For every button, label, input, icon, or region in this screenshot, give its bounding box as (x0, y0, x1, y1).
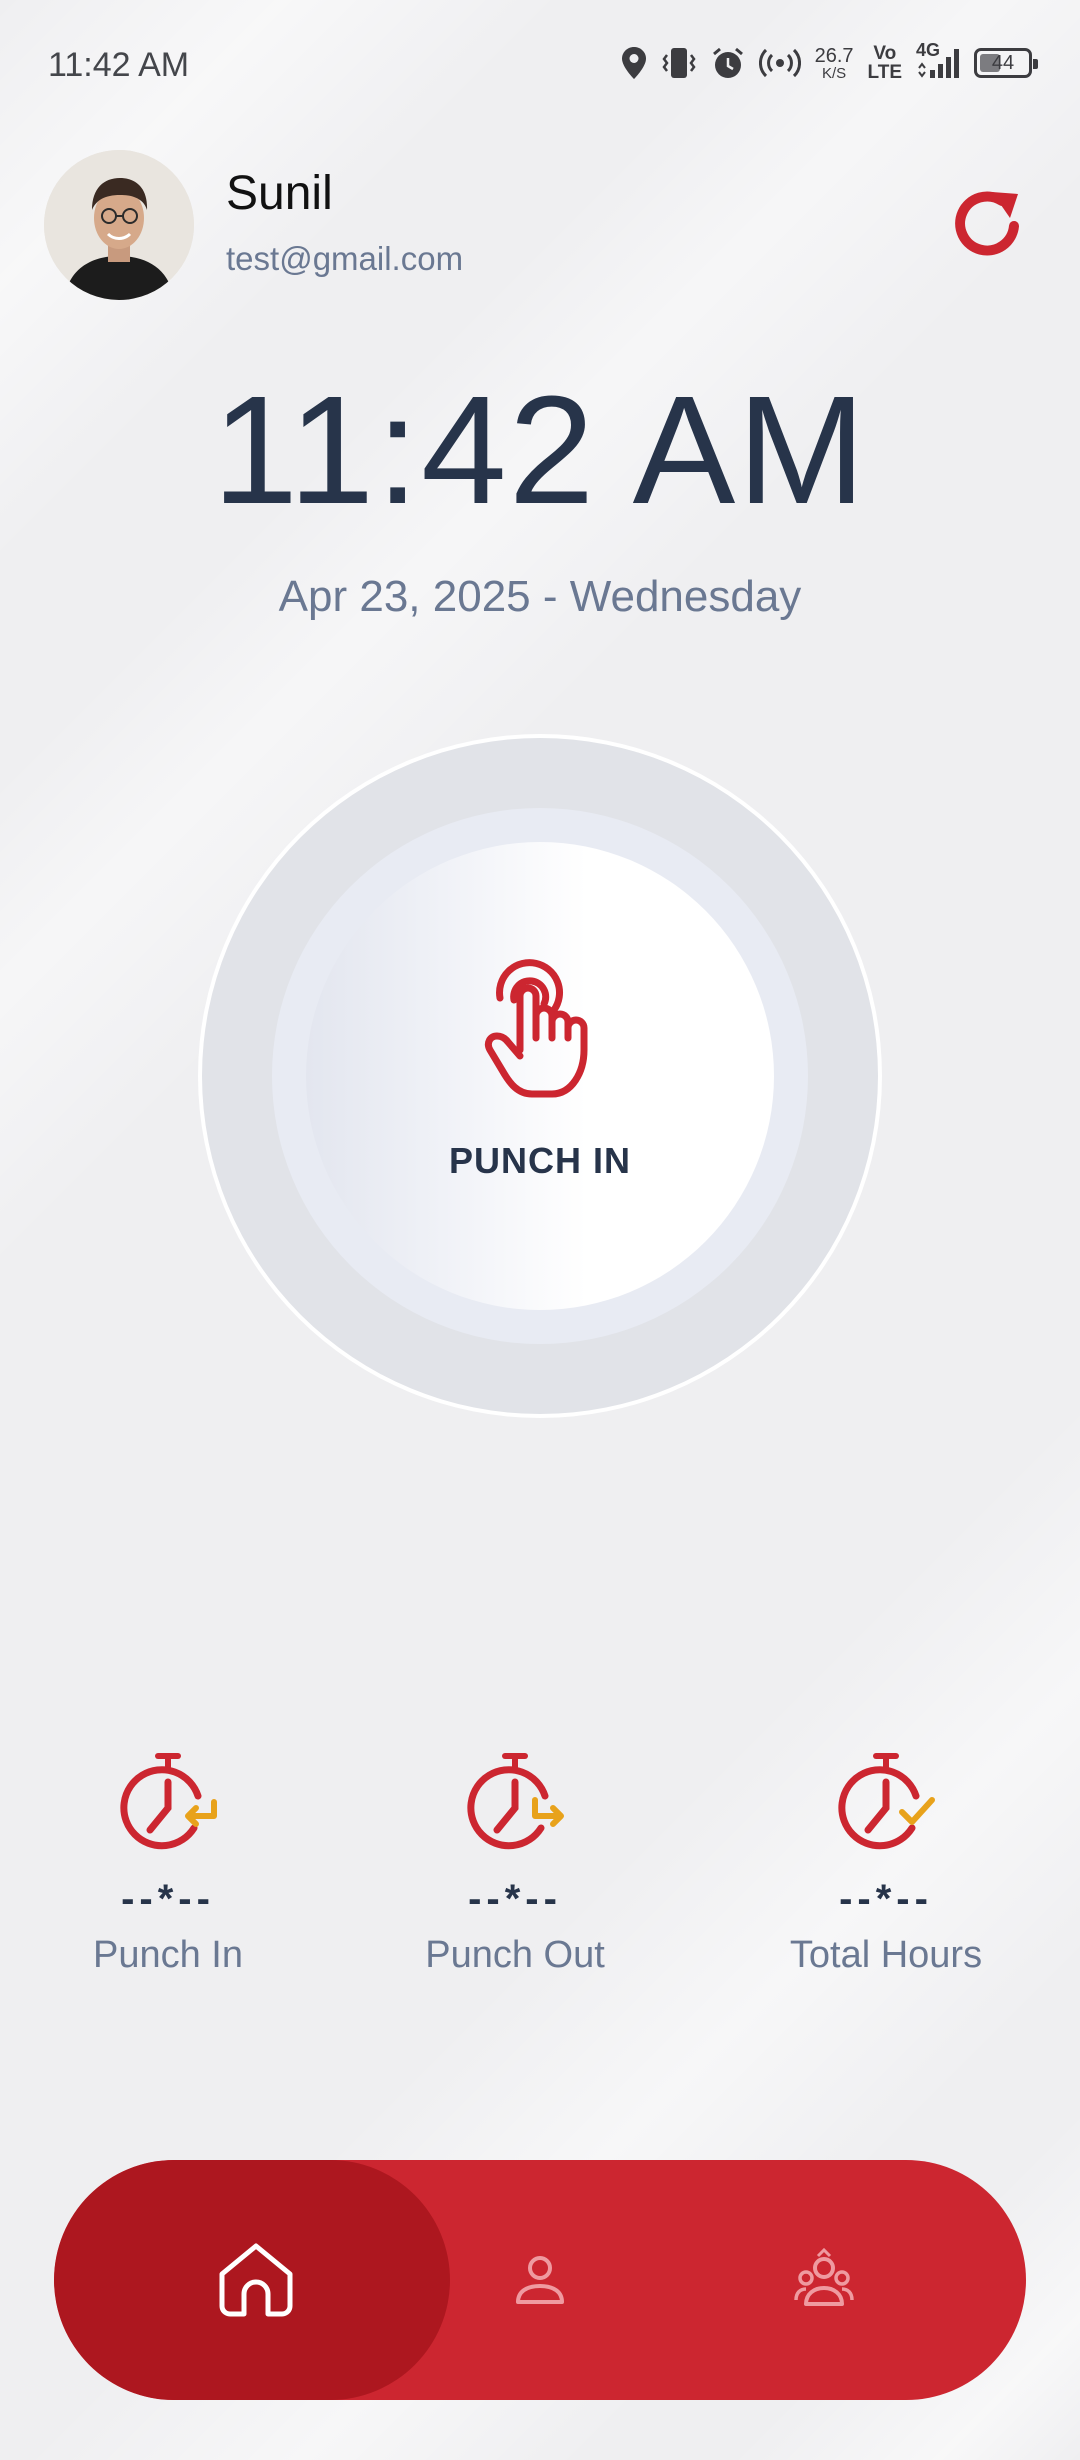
battery-percent: 44 (991, 51, 1015, 74)
total-hours-label: Total Hours (789, 1934, 983, 1976)
punch-in-button[interactable]: PUNCH IN (306, 842, 774, 1310)
stopwatch-out-icon (467, 1753, 564, 1850)
nav-home[interactable] (156, 2160, 356, 2400)
total-hours-value: --*-- (839, 1877, 933, 1921)
stopwatch-check-icon (838, 1753, 935, 1850)
avatar[interactable] (44, 150, 194, 300)
network-speed-unit: K/S (821, 64, 847, 82)
battery-icon: 44 (974, 48, 1038, 78)
status-bar: 11:42 AM 26.7 K/S Vo LTE 4G 44 (48, 40, 1038, 96)
status-time: 11:42 AM (48, 46, 190, 84)
location-icon (621, 46, 647, 80)
volte-top: Vo (873, 43, 897, 64)
stopwatch-in-icon (120, 1753, 217, 1850)
profile-icon (516, 2256, 564, 2304)
nav-profile[interactable] (440, 2160, 640, 2400)
user-email: test@gmail.com (226, 240, 464, 277)
bottom-nav (54, 2160, 1026, 2400)
punch-in-label: PUNCH IN (448, 1140, 631, 1181)
stat-punch-out: --*-- Punch Out (375, 1750, 655, 1977)
team-icon (794, 2248, 854, 2306)
punch-in-label: Punch In (93, 1934, 243, 1976)
network-type: 4G (916, 40, 941, 60)
network-speed: 26.7 K/S (815, 46, 854, 81)
punch-out-label: Punch Out (425, 1934, 605, 1976)
refresh-button[interactable] (946, 182, 1030, 266)
current-time: 11:42 AM (212, 364, 868, 536)
status-icons: 26.7 K/S Vo LTE 4G 44 (621, 40, 1038, 82)
stat-total-hours: --*-- Total Hours (746, 1750, 1026, 1977)
stat-punch-in: --*-- Punch In (28, 1750, 308, 1977)
volte-indicator: Vo LTE (868, 44, 902, 82)
home-icon (219, 2243, 293, 2317)
hand-tap-icon (484, 959, 588, 1098)
volte-bottom: LTE (867, 62, 902, 83)
hotspot-icon (758, 48, 801, 78)
vibrate-icon (661, 47, 697, 79)
user-name: Sunil (226, 167, 333, 220)
nav-team[interactable] (724, 2160, 924, 2400)
alarm-icon (711, 46, 745, 80)
signal-icon: 4G (916, 40, 960, 80)
refresh-icon (955, 191, 1019, 256)
current-date: Apr 23, 2025 - Wednesday (278, 572, 802, 621)
network-speed-value: 26.7 (814, 44, 854, 67)
punch-in-value: --*-- (121, 1877, 215, 1921)
punch-out-value: --*-- (468, 1877, 562, 1921)
